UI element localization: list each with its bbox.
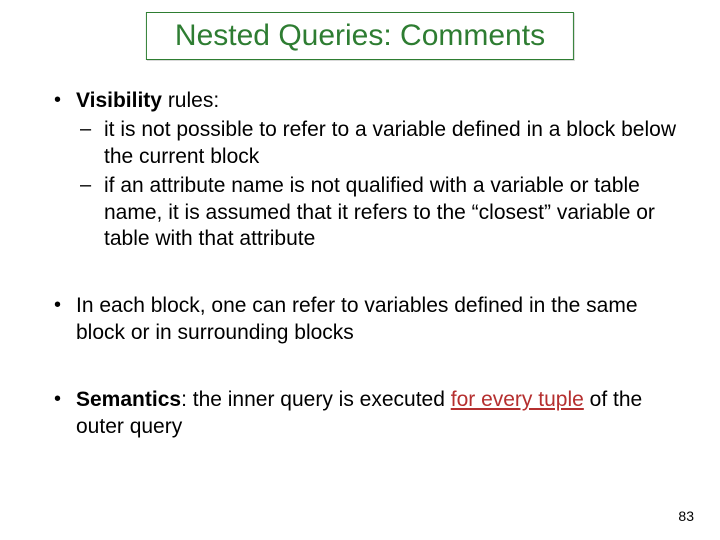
bullet-visibility-rest: rules: bbox=[162, 89, 219, 112]
bullet-semantics-red: for every tuple bbox=[451, 388, 584, 411]
sub-bullet-1: it is not possible to refer to a variabl… bbox=[76, 117, 680, 171]
slide-body: Visibility rules: it is not possible to … bbox=[48, 88, 680, 481]
bullet-semantics-mid1: : the inner query is executed bbox=[181, 388, 451, 411]
bullet-semantics-strong: Semantics bbox=[76, 388, 181, 411]
sub-bullet-2: if an attribute name is not qualified wi… bbox=[76, 173, 680, 254]
bullet-block-scope: In each block, one can refer to variable… bbox=[48, 293, 680, 347]
page-number: 83 bbox=[678, 508, 694, 524]
bullet-semantics: Semantics: the inner query is executed f… bbox=[48, 387, 680, 441]
bullet-visibility: Visibility rules: it is not possible to … bbox=[48, 88, 680, 253]
bullet-visibility-strong: Visibility bbox=[76, 89, 162, 112]
slide-title: Nested Queries: Comments bbox=[175, 19, 545, 53]
slide-title-box: Nested Queries: Comments bbox=[146, 12, 574, 60]
